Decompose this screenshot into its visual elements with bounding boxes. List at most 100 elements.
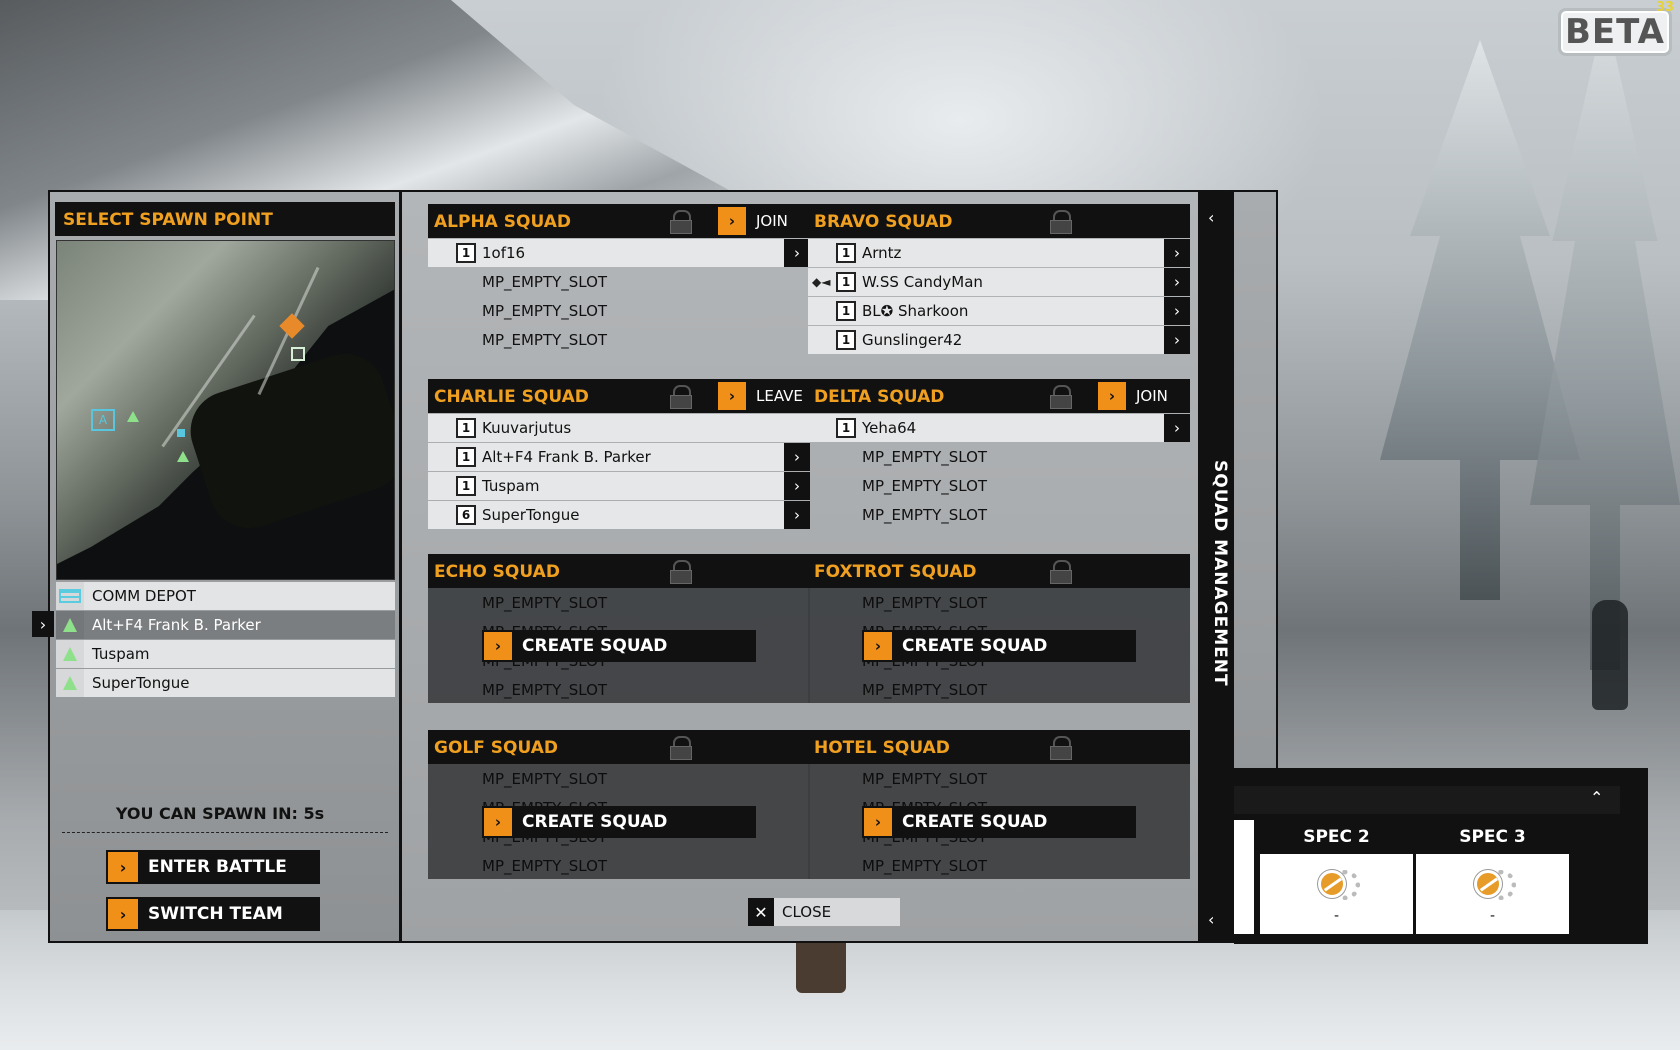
squad-name: DELTA SQUAD xyxy=(814,387,945,407)
squad-member-row[interactable]: 1 1of16 › xyxy=(428,239,810,267)
squad-name: ALPHA SQUAD xyxy=(434,212,571,232)
chevron-right-icon[interactable]: › xyxy=(1164,268,1190,296)
squad-header: HOTEL SQUAD xyxy=(808,730,1190,764)
selected-spawn-chevron-icon: › xyxy=(32,611,54,637)
spawn-option-label: COMM DEPOT xyxy=(92,587,196,605)
spawn-title: SELECT SPAWN POINT xyxy=(55,202,395,236)
create-squad-button[interactable]: › CREATE SQUAD xyxy=(482,630,756,662)
spec-slot-2[interactable]: SPEC 2 - xyxy=(1260,820,1413,934)
squad-member-row[interactable]: 1 Alt+F4 Frank B. Parker › xyxy=(428,443,810,471)
empty-slot: MP_EMPTY_SLOT xyxy=(862,477,988,495)
squad-name: ECHO SQUAD xyxy=(434,562,560,582)
empty-slot: MP_EMPTY_SLOT xyxy=(862,593,988,612)
player-feet xyxy=(796,935,846,993)
create-squad-button[interactable]: › CREATE SQUAD xyxy=(482,806,756,838)
chevron-right-icon[interactable]: › xyxy=(1164,326,1190,354)
lock-icon[interactable] xyxy=(1050,736,1072,760)
close-button[interactable]: ✕ CLOSE xyxy=(748,898,900,926)
join-label: JOIN xyxy=(756,212,788,230)
squad-member-row[interactable]: 1 BL✪ Sharkoon › xyxy=(808,297,1190,325)
empty-slot: MP_EMPTY_SLOT xyxy=(862,680,988,699)
spawn-option-squad-member[interactable]: Tuspam xyxy=(56,640,395,668)
squad-member-row[interactable]: 6 SuperTongue › xyxy=(428,501,810,529)
lock-icon[interactable] xyxy=(670,210,692,234)
squad-foxtrot: FOXTROT SQUAD MP_EMPTY_SLOT MP_EMPTY_SLO… xyxy=(808,554,1190,703)
switch-team-button[interactable]: › SWITCH TEAM xyxy=(106,897,320,931)
spec-slot-3[interactable]: SPEC 3 - xyxy=(1416,820,1569,934)
spawn-option-squad-member[interactable]: SuperTongue xyxy=(56,669,395,697)
spawn-option-squad-member[interactable]: Alt+F4 Frank B. Parker xyxy=(56,611,395,639)
spawn-option-label: Alt+F4 Frank B. Parker xyxy=(92,616,261,634)
rank-badge: 1 xyxy=(836,301,856,321)
member-name: Gunslinger42 xyxy=(862,331,963,349)
chevron-up-icon[interactable]: ⌃ xyxy=(1590,788,1603,807)
chevron-right-icon[interactable]: › xyxy=(784,501,810,529)
chevron-right-icon: › xyxy=(484,632,512,660)
lock-icon[interactable] xyxy=(1050,560,1072,584)
chevron-right-icon[interactable]: › xyxy=(784,472,810,500)
empty-squad-body: MP_EMPTY_SLOT MP_EMPTY_SLOT MP_EMPTY_SLO… xyxy=(428,764,810,879)
lock-icon[interactable] xyxy=(1050,385,1072,409)
squad-grid: ALPHA SQUAD › JOIN 1 1of16 › MP_EMPTY_SL… xyxy=(402,192,1234,941)
empty-slot: MP_EMPTY_SLOT xyxy=(482,593,608,612)
chevron-right-icon[interactable]: › xyxy=(1164,297,1190,325)
rank-badge: 1 xyxy=(456,447,476,467)
spawn-option-label: SuperTongue xyxy=(92,674,190,692)
chevron-right-icon[interactable]: › xyxy=(784,239,810,267)
squad-bravo: BRAVO SQUAD 1 Arntz › ◆◄ 1 W.SS CandyMan… xyxy=(808,204,1190,354)
squad-member-triangle-icon xyxy=(56,611,84,639)
create-squad-button[interactable]: › CREATE SQUAD xyxy=(862,630,1136,662)
squad-header: ECHO SQUAD xyxy=(428,554,810,588)
create-squad-button[interactable]: › CREATE SQUAD xyxy=(862,806,1136,838)
minimap[interactable]: A xyxy=(56,240,395,580)
squad-management-tab[interactable]: ‹ SQUAD MANAGEMENT ‹ xyxy=(1198,190,1234,943)
join-squad-button[interactable]: › JOIN xyxy=(1098,381,1168,411)
chevron-right-icon: › xyxy=(718,207,746,235)
member-name: Yeha64 xyxy=(862,419,917,437)
squad-hotel: HOTEL SQUAD MP_EMPTY_SLOT MP_EMPTY_SLOT … xyxy=(808,730,1190,879)
spec-label: SPEC 2 xyxy=(1260,820,1413,854)
lock-icon[interactable] xyxy=(670,736,692,760)
enter-battle-button[interactable]: › ENTER BATTLE xyxy=(106,850,320,884)
lock-icon[interactable] xyxy=(670,385,692,409)
beta-badge: BETA xyxy=(1558,8,1672,56)
squad-member-row[interactable]: ◆◄ 1 W.SS CandyMan › xyxy=(808,268,1190,296)
background-tree xyxy=(1530,10,1680,670)
squad-member-row[interactable]: 1 Yeha64 › xyxy=(808,414,1190,442)
close-label: CLOSE xyxy=(782,903,832,921)
squad-member-map-icon xyxy=(127,411,139,422)
member-name: Kuuvarjutus xyxy=(482,419,572,437)
fps-counter: 33 xyxy=(1656,0,1675,15)
empty-squad-body: MP_EMPTY_SLOT MP_EMPTY_SLOT MP_EMPTY_SLO… xyxy=(808,764,1190,879)
chevron-left-icon[interactable]: ‹ xyxy=(1208,910,1214,929)
rank-badge: 6 xyxy=(456,505,476,525)
enter-battle-label: ENTER BATTLE xyxy=(148,857,287,877)
join-squad-button[interactable]: › JOIN xyxy=(718,206,788,236)
member-name: BL✪ Sharkoon xyxy=(862,302,969,320)
chevron-left-icon[interactable]: ‹ xyxy=(1208,208,1214,227)
chevron-right-icon[interactable]: › xyxy=(784,443,810,471)
chevron-right-icon[interactable]: › xyxy=(1164,239,1190,267)
squad-member-row[interactable]: 1 Kuuvarjutus xyxy=(428,414,810,442)
spawn-option-label: Tuspam xyxy=(92,645,150,663)
create-squad-label: CREATE SQUAD xyxy=(902,636,1048,656)
chevron-right-icon[interactable]: › xyxy=(1164,414,1190,442)
squad-member-row[interactable]: 1 Arntz › xyxy=(808,239,1190,267)
spawn-option-comm-depot[interactable]: COMM DEPOT xyxy=(56,582,395,610)
empty-slot: MP_EMPTY_SLOT xyxy=(482,331,608,349)
objective-a-marker[interactable]: A xyxy=(91,409,115,431)
chevron-right-icon: › xyxy=(108,852,138,882)
leave-squad-button[interactable]: › LEAVE xyxy=(718,381,803,411)
lock-icon[interactable] xyxy=(670,560,692,584)
lock-icon[interactable] xyxy=(1050,210,1072,234)
specialization-medal-icon xyxy=(1468,864,1520,904)
specialization-medal-icon xyxy=(1312,864,1364,904)
squad-member-row[interactable]: 1 Gunslinger42 › xyxy=(808,326,1190,354)
squad-echo: ECHO SQUAD MP_EMPTY_SLOT MP_EMPTY_SLOT M… xyxy=(428,554,810,703)
squad-member-row[interactable]: 1 Tuspam › xyxy=(428,472,810,500)
empty-slot: MP_EMPTY_SLOT xyxy=(482,680,608,699)
member-name: Tuspam xyxy=(482,477,540,495)
create-squad-label: CREATE SQUAD xyxy=(522,636,668,656)
rank-badge: 1 xyxy=(836,243,856,263)
squad-delta: DELTA SQUAD › JOIN 1 Yeha64 › MP_EMPTY_S… xyxy=(808,379,1190,529)
